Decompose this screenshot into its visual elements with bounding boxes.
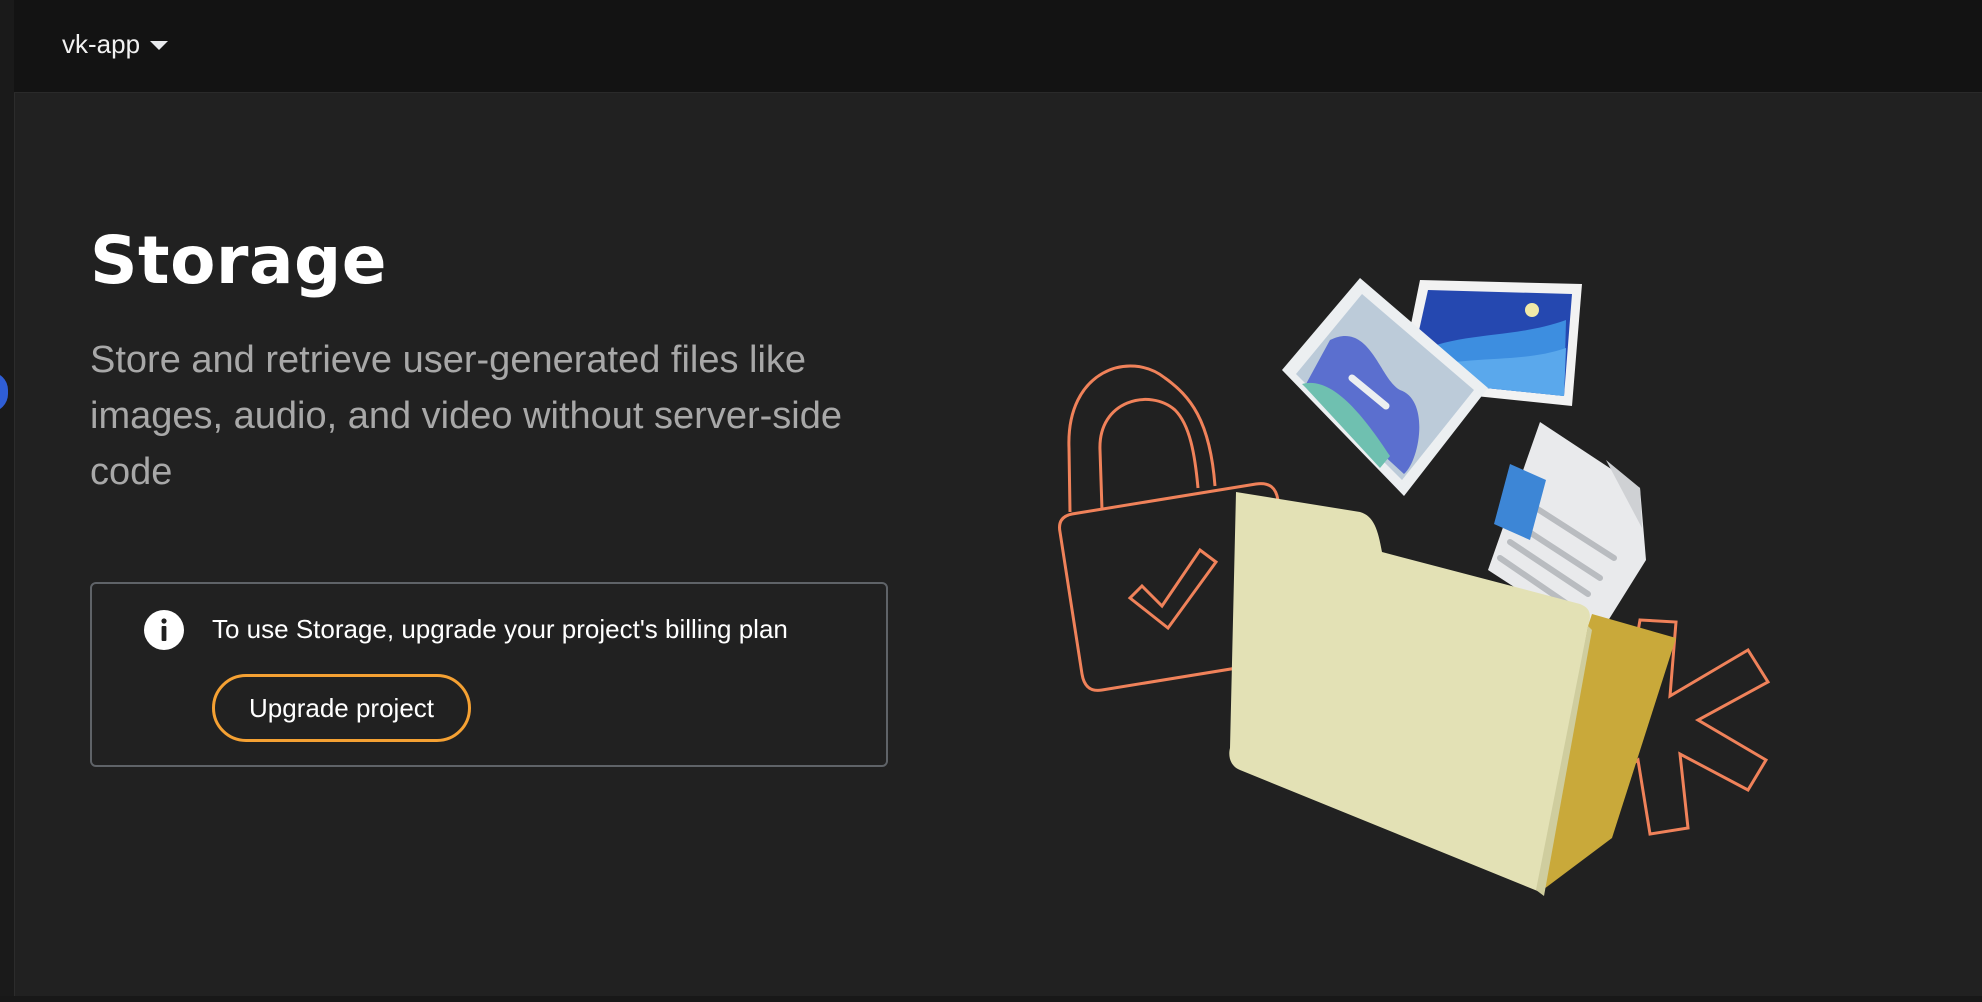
billing-message: To use Storage, upgrade your project's b… — [212, 614, 788, 644]
storage-illustration — [1058, 278, 1771, 896]
page-title: Storage — [90, 222, 388, 299]
billing-notice-card: To use Storage, upgrade your project's b… — [90, 582, 888, 767]
top-bar: vk-app — [14, 0, 1982, 93]
bottom-strip — [0, 996, 1982, 1002]
upgrade-project-button[interactable]: Upgrade project — [212, 674, 471, 742]
project-switcher[interactable]: vk-app — [62, 26, 169, 62]
left-rail — [0, 0, 15, 1002]
info-icon — [144, 610, 184, 650]
rail-indicator[interactable] — [0, 372, 8, 412]
caret-down-icon — [150, 40, 169, 50]
page-description: Store and retrieve user-generated files … — [90, 339, 842, 493]
project-name: vk-app — [62, 28, 141, 59]
